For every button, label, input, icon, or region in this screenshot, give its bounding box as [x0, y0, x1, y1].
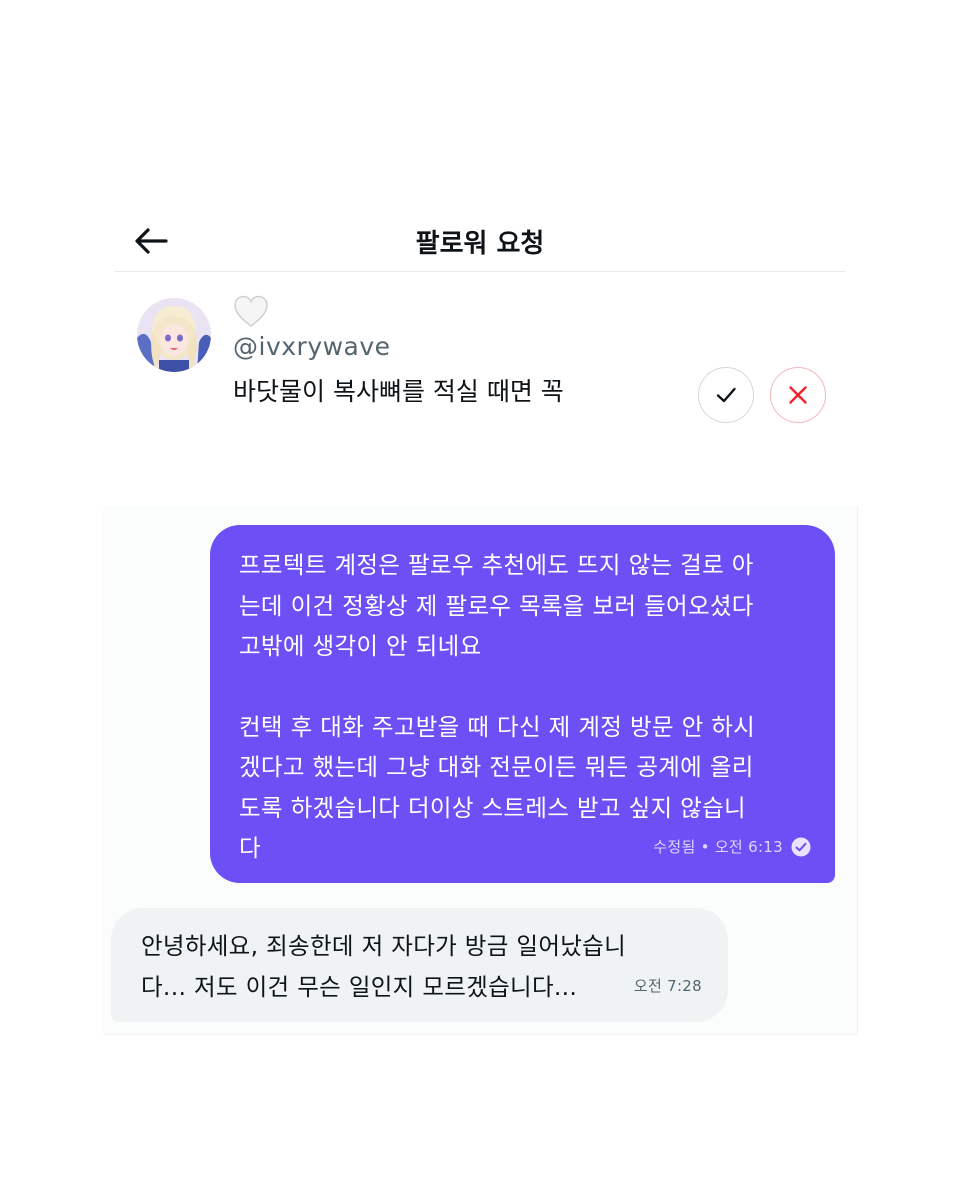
- check-circle-icon: [791, 837, 811, 857]
- sent-message-meta: 수정됨 • 오전 6:13: [653, 827, 811, 868]
- received-message-timestamp: 오전 7:28: [633, 976, 702, 995]
- avatar[interactable]: [137, 298, 211, 372]
- conversation-screenshot: 프로텍트 계정은 팔로우 추천에도 뜨지 않는 걸로 아 는데 이건 정황상 제…: [103, 506, 858, 1035]
- follow-request-item[interactable]: @ivxrywave 바닷물이 복사뼈를 적실 때면 꼭: [115, 272, 845, 432]
- sent-message-paragraph: 프로텍트 계정은 팔로우 추천에도 뜨지 않는 걸로 아 는데 이건 정황상 제…: [239, 551, 754, 660]
- close-icon: [789, 386, 807, 404]
- top-bar: 팔로워 요청: [115, 205, 845, 272]
- user-bio: 바닷물이 복사뼈를 적실 때면 꼭: [233, 377, 564, 406]
- follow-request-panel: 팔로워 요청 @ivxrywave 바닷물이 복사뼈를 적실 때면 꼭: [115, 205, 845, 435]
- received-message-bubble[interactable]: 안녕하세요, 죄송한데 저 자다가 방금 일어났습니 다... 저도 이건 무슨…: [111, 908, 728, 1022]
- decline-button[interactable]: [770, 367, 826, 423]
- user-handle[interactable]: @ivxrywave: [233, 332, 391, 361]
- sent-message-timestamp: 수정됨 • 오전 6:13: [653, 837, 783, 856]
- received-message-text: 안녕하세요, 죄송한데 저 자다가 방금 일어났습니 다... 저도 이건 무슨…: [141, 932, 627, 1001]
- avatar-image: [137, 298, 211, 372]
- white-heart-icon: [233, 294, 269, 330]
- sent-message-bubble[interactable]: 프로텍트 계정은 팔로우 추천에도 뜨지 않는 걸로 아 는데 이건 정황상 제…: [210, 525, 835, 883]
- accept-button[interactable]: [698, 367, 754, 423]
- checkmark-icon: [716, 387, 736, 403]
- page-title: 팔로워 요청: [415, 229, 545, 259]
